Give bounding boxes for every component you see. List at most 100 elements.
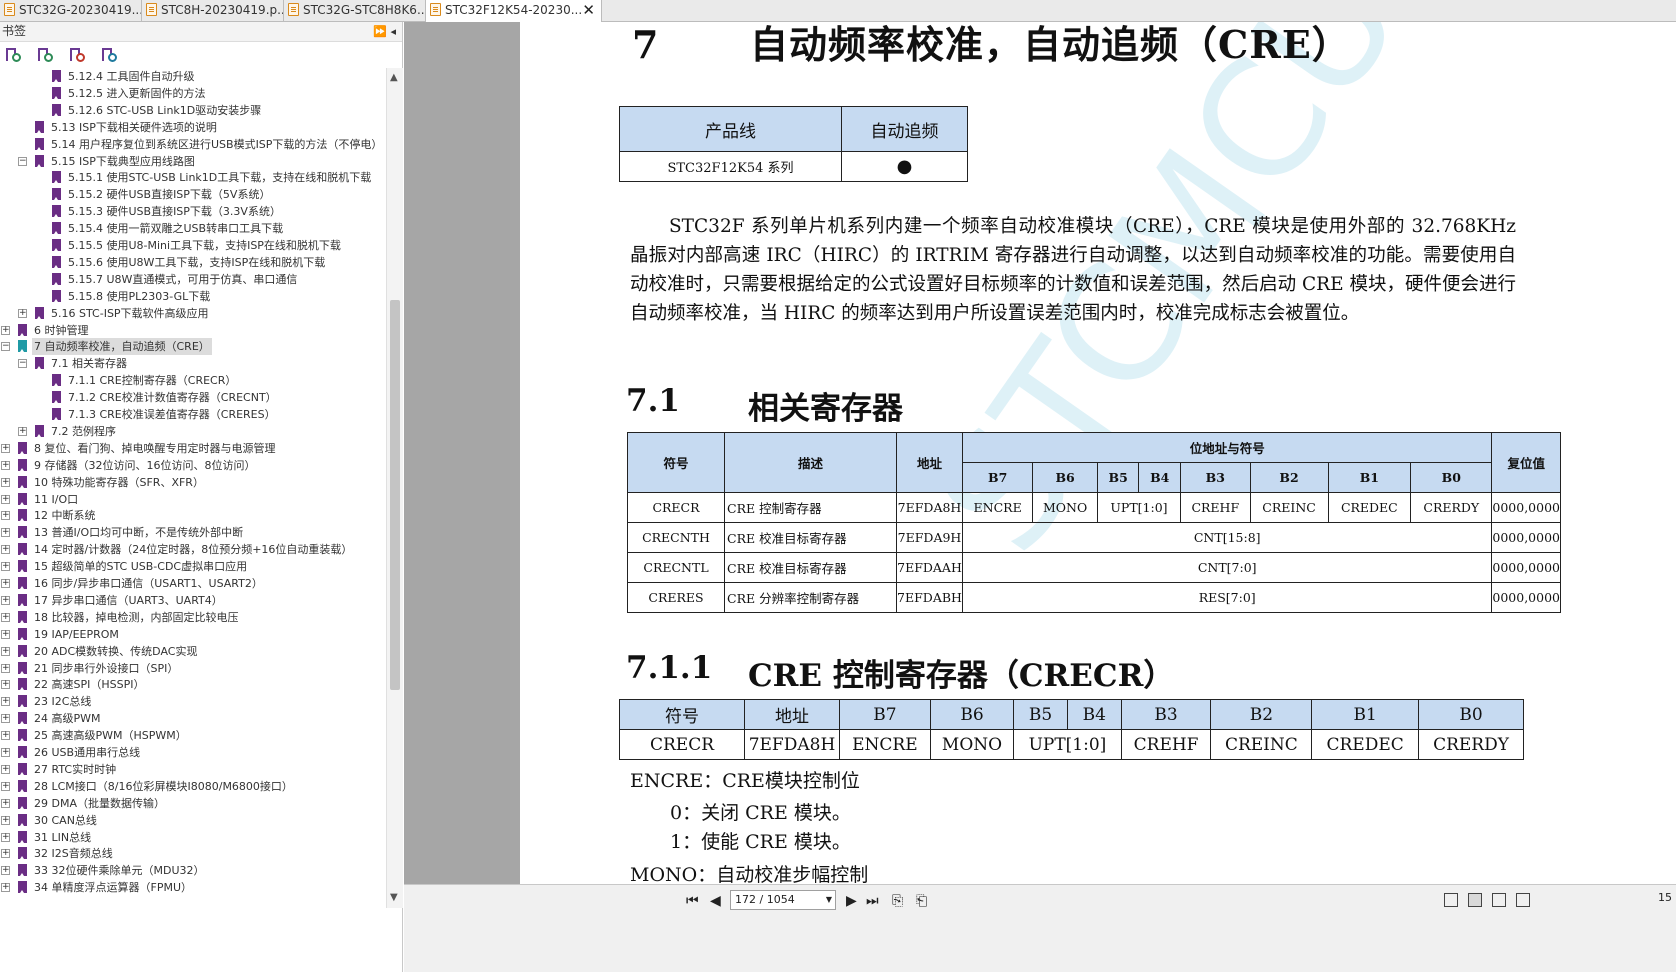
bookmark-item[interactable]: +33 32位硬件乘除单元（MDU32） [0, 862, 386, 879]
expand-icon[interactable]: + [1, 528, 10, 538]
expand-icon[interactable]: + [1, 460, 10, 470]
expand-icon[interactable]: + [1, 511, 10, 521]
bookmark-item[interactable]: +17 异步串口通信（UART3、UART4） [0, 592, 386, 609]
history-back-icon[interactable]: ⎘ [892, 893, 903, 909]
bookmark-item[interactable]: 7.1.2 CRE校准计数值寄存器（CRECNT） [0, 389, 386, 406]
expand-icon[interactable]: + [1, 866, 10, 876]
expand-icon[interactable]: + [1, 579, 10, 588]
scrollbar-thumb[interactable] [390, 300, 400, 690]
collapse-icon[interactable]: − [1, 342, 10, 352]
expand-icon[interactable]: + [18, 426, 27, 436]
expand-icon[interactable]: + [1, 443, 10, 453]
bookmark-item[interactable]: 5.15.8 使用PL2303-GL下载 [0, 288, 386, 305]
bookmark-item[interactable]: +19 IAP/EEPROM [0, 626, 386, 643]
expand-icon[interactable]: + [1, 629, 10, 639]
bookmark-item[interactable]: +15 超级简单的STC USB-CDC虚拟串口应用 [0, 558, 386, 575]
bookmark-item[interactable]: 5.15.7 U8W直通模式，可用于仿真、串口通信 [0, 271, 386, 288]
bookmark-item[interactable]: +23 I2C总线 [0, 693, 386, 710]
facing-view-icon[interactable] [1492, 893, 1506, 907]
document-tab[interactable]: STC8H-20230419.p... [142, 0, 284, 22]
continuous-view-icon[interactable] [1468, 893, 1482, 907]
bookmark-scrollbar[interactable]: ▲ ▼ [386, 68, 403, 908]
bookmark-item[interactable]: +8 复位、看门狗、掉电唤醒专用定时器与电源管理 [0, 440, 386, 457]
bookmark-item[interactable]: +9 存储器（32位访问、16位访问、8位访问） [0, 457, 386, 474]
next-page-icon[interactable]: ▶ [846, 893, 857, 909]
bookmark-item[interactable]: 5.15.3 硬件USB直接ISP下载（3.3V系统） [0, 203, 386, 220]
bookmark-item[interactable]: 7.1.3 CRE校准误差值寄存器（CRERES） [0, 406, 386, 423]
expand-icon[interactable]: + [1, 494, 10, 504]
last-page-icon[interactable]: ⏭ [866, 893, 879, 909]
expand-icon[interactable]: + [18, 308, 27, 318]
expand-icon[interactable]: + [1, 832, 10, 842]
bookmark-item[interactable]: +5.16 STC-ISP下载软件高级应用 [0, 305, 386, 322]
add-bookmark-icon[interactable] [69, 47, 85, 63]
expand-icon[interactable]: + [1, 883, 10, 893]
bookmark-item[interactable]: +22 高速SPI（HSSPI） [0, 676, 386, 693]
bookmark-item[interactable]: 5.12.5 进入更新固件的方法 [0, 85, 386, 102]
bookmark-item[interactable]: +10 特殊功能寄存器（SFR、XFR） [0, 474, 386, 491]
bookmark-item[interactable]: − 5.15 ISP下载典型应用线路图 [0, 153, 386, 170]
document-tab[interactable]: STC32G-STC8H8K6... [284, 0, 426, 22]
expand-bookmark-icon[interactable] [5, 47, 21, 63]
document-tab[interactable]: STC32G-20230419... [0, 0, 142, 22]
collapse-icon[interactable]: − [18, 359, 27, 369]
bookmark-item[interactable]: +27 RTC实时时钟 [0, 761, 386, 778]
close-tab-icon[interactable]: ✕ [582, 0, 595, 21]
collapse-icon[interactable]: − [18, 156, 27, 166]
expand-icon[interactable]: + [1, 781, 10, 791]
bookmark-item[interactable]: 5.15.2 硬件USB直接ISP下载（5V系统） [0, 186, 386, 203]
find-bookmark-icon[interactable] [101, 47, 117, 63]
bookmark-item[interactable]: − 7.1 相关寄存器 [0, 355, 386, 372]
bookmark-item[interactable]: +32 I2S音频总线 [0, 845, 386, 862]
expand-icon[interactable]: + [1, 646, 10, 656]
expand-icon[interactable]: + [1, 849, 10, 859]
bookmark-item[interactable]: +24 高级PWM [0, 710, 386, 727]
expand-icon[interactable]: + [1, 325, 10, 335]
expand-icon[interactable]: + [1, 748, 10, 757]
bookmark-item[interactable]: +31 LIN总线 [0, 829, 386, 846]
bookmark-item[interactable]: +20 ADC模数转换、传统DAC实现 [0, 643, 386, 660]
bookmark-item[interactable]: +21 同步串行外设接口（SPI） [0, 660, 386, 677]
bookmark-item[interactable]: 5.15.5 使用U8-Mini工具下载，支持ISP在线和脱机下载 [0, 237, 386, 254]
continuous-facing-view-icon[interactable] [1516, 893, 1530, 907]
bookmark-item[interactable]: 5.15.1 使用STC-USB Link1D工具下载，支持在线和脱机下载 [0, 169, 386, 186]
expand-icon[interactable]: + [1, 477, 10, 487]
expand-icon[interactable]: + [1, 764, 10, 774]
history-forward-icon[interactable]: ⎗ [916, 893, 927, 909]
document-tab-active[interactable]: STC32F12K54-20230... ✕ [426, 0, 602, 22]
bookmark-item[interactable]: 7.1.1 CRE控制寄存器（CRECR） [0, 372, 386, 389]
bookmark-item[interactable]: +30 CAN总线 [0, 812, 386, 829]
chevron-down-icon[interactable]: ▼ [826, 891, 832, 909]
bookmark-item[interactable]: 5.15.4 使用一箭双雕之USB转串口工具下载 [0, 220, 386, 237]
scroll-up-icon[interactable]: ▲ [390, 72, 398, 83]
bookmark-item[interactable]: +7.2 范例程序 [0, 423, 386, 440]
bookmark-item[interactable]: +16 同步/异步串口通信（USART1、USART2） [0, 575, 386, 592]
scroll-down-icon[interactable]: ▼ [390, 892, 398, 903]
expand-icon[interactable]: + [1, 595, 10, 605]
bookmark-item[interactable]: +26 USB通用串行总线 [0, 744, 386, 761]
bookmark-item[interactable]: 5.12.6 STC-USB Link1D驱动安装步骤 [0, 102, 386, 119]
bookmark-item[interactable]: +18 比较器，掉电检测，内部固定比较电压 [0, 609, 386, 626]
bookmark-item[interactable]: +28 LCM接口（8/16位彩屏模块I8080/M6800接口） [0, 778, 386, 795]
bookmark-item[interactable]: +14 定时器/计数器（24位定时器，8位预分频+16位自动重装载） [0, 541, 386, 558]
expand-icon[interactable]: + [1, 545, 10, 555]
bookmark-item[interactable]: +6 时钟管理 [0, 322, 386, 339]
prev-page-icon[interactable]: ◀ [710, 893, 721, 909]
expand-icon[interactable]: + [1, 798, 10, 808]
bookmark-item[interactable]: +29 DMA（批量数据传输） [0, 795, 386, 812]
expand-icon[interactable]: + [1, 731, 10, 741]
bookmark-item[interactable]: 5.12.4 工具固件自动升级 [0, 68, 386, 85]
page-number-field[interactable]: 172 / 1054 ▼ [730, 890, 836, 910]
single-page-view-icon[interactable] [1444, 893, 1458, 907]
collapse-bookmark-icon[interactable] [37, 47, 53, 63]
bookmark-item[interactable]: 5.13 ISP下载相关硬件选项的说明 [0, 119, 386, 136]
bookmark-item[interactable]: +34 单精度浮点运算器（FPMU） [0, 879, 386, 896]
bookmark-item[interactable]: 5.15.6 使用U8W工具下载，支持ISP在线和脱机下载 [0, 254, 386, 271]
first-page-icon[interactable]: ⏮ [686, 893, 699, 909]
panel-collapse-icon[interactable]: ⏩ ◂ [373, 22, 396, 41]
bookmark-item[interactable]: +11 I/O口 [0, 491, 386, 508]
expand-icon[interactable]: + [1, 680, 10, 690]
bookmark-item[interactable]: +25 高速高级PWM（HSPWM） [0, 727, 386, 744]
expand-icon[interactable]: + [1, 612, 10, 622]
expand-icon[interactable]: + [1, 815, 10, 825]
